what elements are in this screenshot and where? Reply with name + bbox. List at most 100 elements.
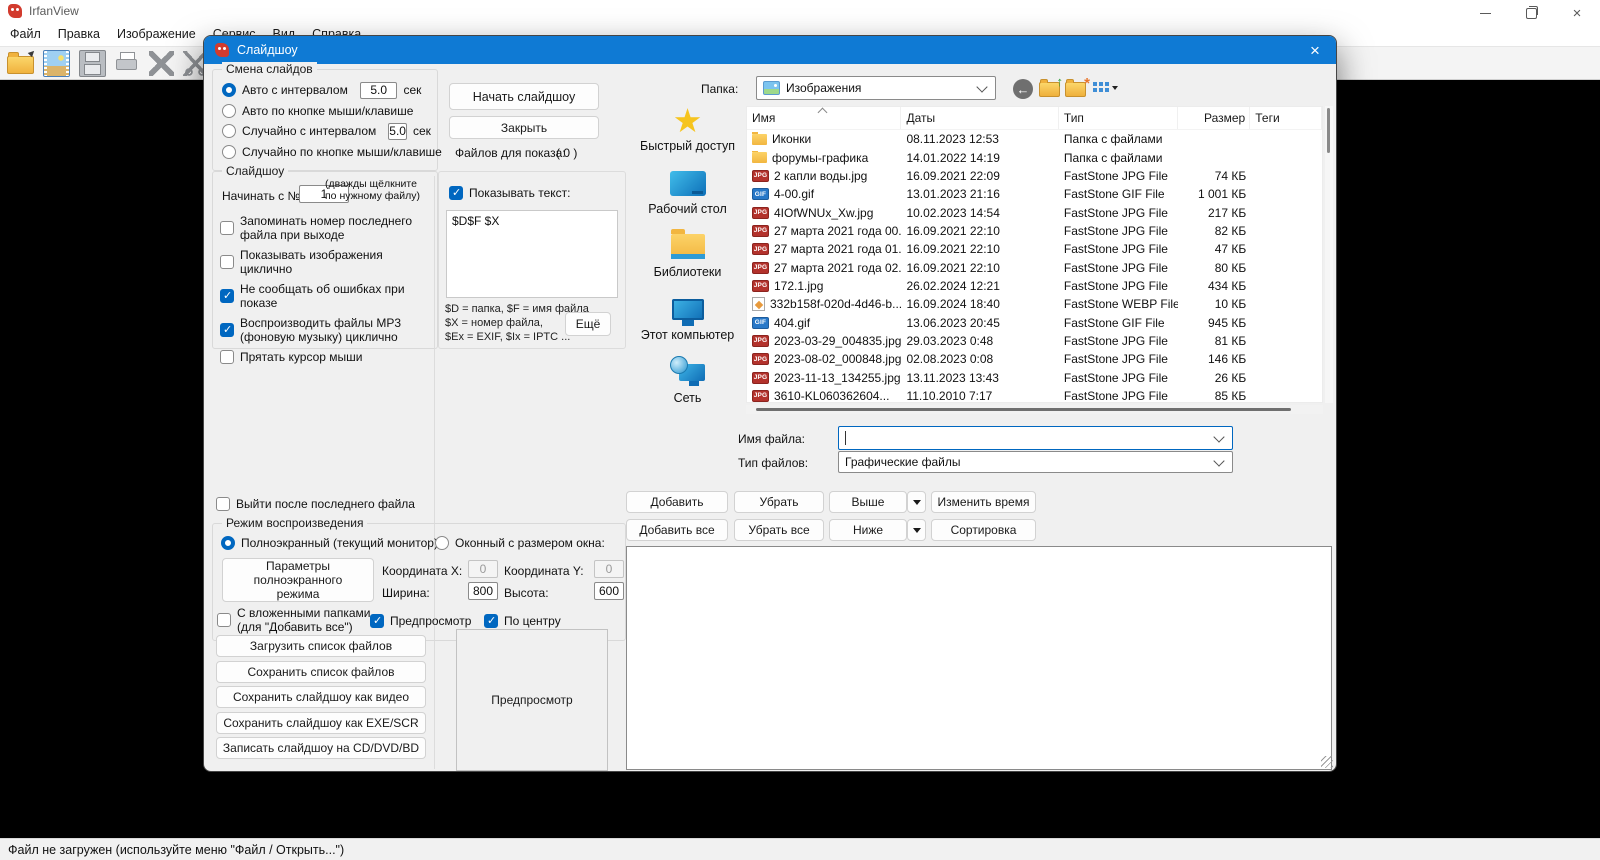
table-row[interactable]: Иконки 08.11.2023 12:53 Папка с файлами bbox=[747, 130, 1322, 148]
close-dialog-button[interactable]: Закрыть bbox=[449, 116, 599, 139]
checkbox-icon[interactable] bbox=[220, 255, 234, 269]
open-folder-icon[interactable] bbox=[7, 52, 34, 74]
fullscreen-radio[interactable] bbox=[221, 536, 235, 550]
table-row[interactable]: форумы-графика 14.01.2022 14:19 Папка с фа… bbox=[747, 148, 1322, 166]
column-header-5[interactable]: Теги bbox=[1250, 107, 1322, 129]
folder-combobox[interactable]: Изображения bbox=[756, 76, 996, 100]
preview-checkbox-row[interactable]: Предпросмотр bbox=[370, 614, 471, 628]
menu-item-3[interactable]: Изображение bbox=[117, 27, 196, 41]
place-computer[interactable]: Этот компьютер bbox=[631, 291, 744, 354]
table-row[interactable]: JPG 4IOfWNUx_Xw.jpg 10.02.2023 14:54 FastSt… bbox=[747, 203, 1322, 221]
horizontal-scrollbar-thumb[interactable] bbox=[756, 408, 1291, 411]
height-input[interactable]: 600 bbox=[594, 582, 624, 600]
coord-y-input[interactable]: 0 bbox=[594, 560, 624, 578]
slide-change-option-3[interactable]: Случайно с интервалом 5.0 сек bbox=[222, 122, 431, 140]
save-slideshow-exe-button[interactable]: Сохранить слайдшоу как EXE/SCR bbox=[216, 711, 426, 734]
table-row[interactable]: JPG 27 марта 2021 года 01... 16.09.2021 22… bbox=[747, 240, 1322, 258]
coord-x-input[interactable]: 0 bbox=[468, 560, 498, 578]
place-network[interactable]: Сеть bbox=[631, 354, 744, 417]
table-row[interactable]: JPG 2023-11-13_134255.jpg 13.11.2023 13:43… bbox=[747, 368, 1322, 386]
table-row[interactable]: 332b158f-020d-4d46-b... 16.09.2024 18:40 F… bbox=[747, 295, 1322, 313]
table-row[interactable]: JPG 3610-KL060362604... 11.10.2010 7:17 Fas… bbox=[747, 387, 1322, 402]
checkbox-icon[interactable] bbox=[220, 289, 234, 303]
slideshow-option-3[interactable]: Не сообщать об ошибках при показе bbox=[220, 282, 437, 310]
up-folder-icon[interactable]: ↑ bbox=[1039, 74, 1063, 97]
checkbox-icon[interactable] bbox=[220, 221, 234, 235]
interval-input[interactable]: 5.0 bbox=[388, 122, 407, 140]
table-row[interactable]: JPG 2 капли воды.jpg 16.09.2021 22:09 FastS… bbox=[747, 167, 1322, 185]
checkbox-icon[interactable] bbox=[220, 323, 234, 337]
sort-button[interactable]: Сортировка bbox=[931, 519, 1036, 541]
slideshow-option-2[interactable]: Показывать изображения циклично bbox=[220, 248, 437, 276]
slideshow-icon[interactable] bbox=[43, 49, 70, 77]
radio-icon[interactable] bbox=[222, 83, 236, 97]
table-row[interactable]: GIF 404.gif 13.06.2023 20:45 FastStone GIF … bbox=[747, 313, 1322, 331]
load-file-list-button[interactable]: Загрузить список файлов bbox=[216, 635, 426, 657]
more-button[interactable]: Ещё bbox=[565, 312, 611, 336]
column-header-4[interactable]: Размер bbox=[1178, 107, 1251, 129]
horizontal-scrollbar[interactable] bbox=[746, 405, 1323, 414]
table-row[interactable]: JPG 27 марта 2021 года 02... 16.09.2021 22… bbox=[747, 258, 1322, 276]
slide-change-option-4[interactable]: Случайно по кнопке мыши/клавише bbox=[222, 144, 442, 160]
remove-all-button[interactable]: Убрать все bbox=[734, 519, 824, 541]
table-row[interactable]: JPG 172.1.jpg 26.02.2024 12:21 FastStone JP… bbox=[747, 277, 1322, 295]
place-desktop[interactable]: Рабочий стол bbox=[631, 165, 744, 228]
save-file-list-button[interactable]: Сохранить список файлов bbox=[216, 660, 426, 683]
slideshow-option-4[interactable]: Воспроизводить файлы MP3(фоновую музыку)… bbox=[220, 316, 437, 344]
checkbox-icon[interactable] bbox=[220, 350, 234, 364]
dialog-close-icon[interactable]: × bbox=[1302, 39, 1328, 61]
menu-item-2[interactable]: Правка bbox=[58, 27, 100, 41]
print-icon[interactable] bbox=[115, 51, 140, 77]
move-up-button-dropdown[interactable] bbox=[907, 491, 926, 513]
place-libraries[interactable]: Библиотеки bbox=[631, 228, 744, 291]
change-time-button[interactable]: Изменить время bbox=[931, 491, 1036, 513]
show-text-checkbox[interactable] bbox=[449, 186, 463, 200]
move-down-button[interactable]: Ниже bbox=[829, 519, 907, 541]
slideshow-files-listbox[interactable] bbox=[626, 546, 1332, 770]
vertical-scrollbar-thumb[interactable] bbox=[1327, 108, 1330, 153]
exit-after-last-checkbox[interactable] bbox=[216, 497, 230, 511]
vertical-scrollbar[interactable] bbox=[1325, 106, 1333, 403]
dialog-titlebar[interactable]: Слайдшоу × bbox=[204, 36, 1336, 64]
interval-input[interactable]: 5.0 bbox=[359, 81, 398, 99]
resize-grip[interactable] bbox=[1321, 756, 1333, 768]
slide-change-option-1[interactable]: Авто с интервалом 5.0 сек bbox=[222, 81, 426, 99]
save-icon[interactable] bbox=[79, 50, 106, 77]
slideshow-option-1[interactable]: Запоминать номер последнего файла при вых… bbox=[220, 214, 437, 242]
move-down-button-dropdown[interactable] bbox=[907, 519, 926, 541]
table-row[interactable]: JPG 2023-08-02_000848.jpg 02.08.2023 0:08 F… bbox=[747, 350, 1322, 368]
move-up-button[interactable]: Выше bbox=[829, 491, 907, 513]
file-type-combobox[interactable]: Графические файлы bbox=[838, 451, 1233, 473]
table-row[interactable]: JPG 27 марта 2021 года 00... 16.09.2021 22… bbox=[747, 222, 1322, 240]
windowed-radio-row[interactable]: Оконный с размером окна: bbox=[435, 536, 605, 550]
column-header-3[interactable]: Тип bbox=[1059, 107, 1179, 129]
column-header-2[interactable]: Даты bbox=[901, 107, 1059, 129]
add-all-button[interactable]: Добавить все bbox=[626, 519, 728, 541]
remove-button[interactable]: Убрать bbox=[734, 491, 824, 513]
fullscreen-params-button[interactable]: Параметры полноэкранного режима bbox=[222, 558, 374, 602]
file-name-input[interactable] bbox=[838, 426, 1233, 450]
views-icon[interactable] bbox=[1093, 81, 1118, 95]
fullscreen-radio-row[interactable]: Полноэкранный (текущий монитор) bbox=[221, 536, 438, 550]
save-slideshow-video-button[interactable]: Сохранить слайдшоу как видео bbox=[216, 686, 426, 708]
center-checkbox[interactable] bbox=[484, 614, 498, 628]
table-row[interactable]: JPG 2023-03-29_004835.jpg 29.03.2023 0:48 F… bbox=[747, 332, 1322, 350]
back-icon[interactable]: ← bbox=[1013, 79, 1033, 99]
place-star[interactable]: ★ Быстрый доступ bbox=[631, 102, 744, 165]
table-row[interactable]: GIF 4-00.gif 13.01.2023 21:16 FastStone GIF… bbox=[747, 185, 1322, 203]
overlay-text-input[interactable]: $D$F $X bbox=[446, 210, 618, 298]
radio-icon[interactable] bbox=[222, 103, 236, 118]
start-slideshow-button[interactable]: Начать слайдшоу bbox=[449, 83, 599, 110]
show-text-checkbox-row[interactable]: Показывать текст: bbox=[449, 186, 570, 200]
slideshow-option-5[interactable]: Прятать курсор мыши bbox=[220, 350, 437, 364]
windowed-radio[interactable] bbox=[435, 536, 449, 550]
burn-slideshow-cd-button[interactable]: Записать слайдшоу на CD/DVD/BD bbox=[216, 737, 426, 759]
subfolders-checkbox-row[interactable]: С вложенными папками (для "Добавить все"… bbox=[217, 606, 370, 634]
slide-change-option-2[interactable]: Авто по кнопке мыши/клавише bbox=[222, 103, 426, 119]
menu-item-1[interactable]: Файл bbox=[10, 27, 41, 41]
center-checkbox-row[interactable]: По центру bbox=[484, 614, 561, 628]
new-folder-icon[interactable]: * bbox=[1065, 75, 1090, 97]
delete-icon[interactable] bbox=[149, 50, 174, 76]
preview-checkbox[interactable] bbox=[370, 614, 384, 628]
subfolders-checkbox[interactable] bbox=[217, 613, 231, 627]
